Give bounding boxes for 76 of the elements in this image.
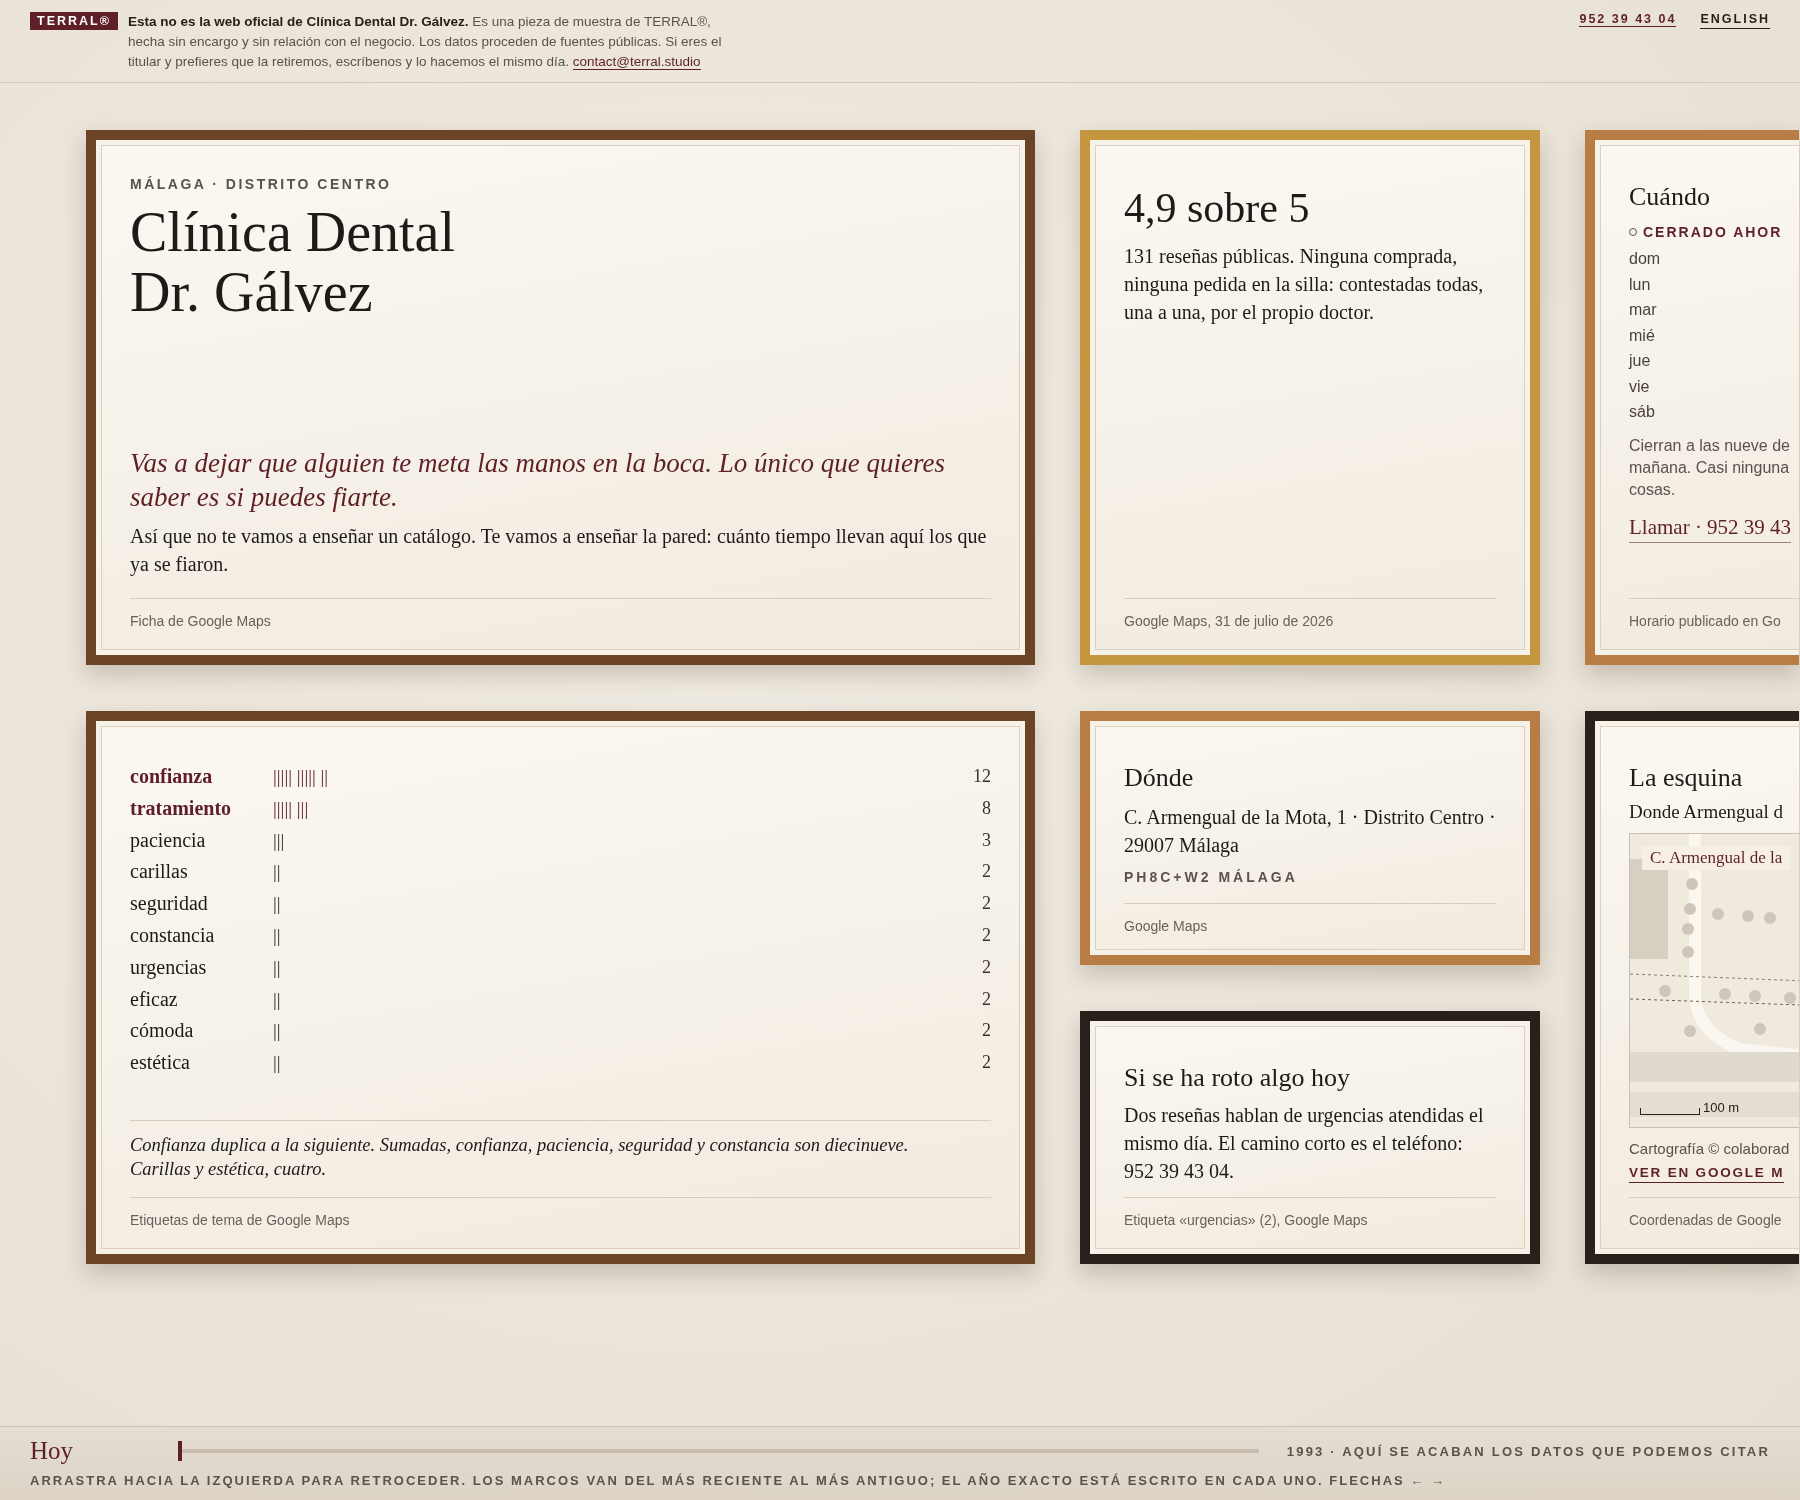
- summary-note: Confianza duplica a la siguiente. Sumadas, confianza, paciencia, seguridad y constancia son diecinueve. Carillas y estética, cuatro.: [130, 1120, 991, 1197]
- timeline-handle[interactable]: [178, 1441, 182, 1461]
- address-text: C. Armengual de la Mota, 1 · Distrito Centro · 29007 Málaga: [1124, 805, 1496, 859]
- location-kicker: MÁLAGA · DISTRITO CENTRO: [130, 176, 393, 192]
- source-note: Google Maps, 31 de julio de 2026: [1124, 598, 1496, 629]
- day-label: mié: [1629, 325, 1656, 346]
- tag-count: 2: [982, 987, 991, 1011]
- tag-count: 2: [982, 924, 991, 947]
- tag-name: eficaz: [130, 986, 179, 1012]
- tally-marks: ||: [273, 1019, 282, 1044]
- tag-name: tratamiento: [130, 795, 233, 821]
- language-link[interactable]: ENGLISH: [1700, 12, 1770, 29]
- tag-count: 12: [973, 765, 991, 788]
- tag-name: estética: [130, 1050, 191, 1076]
- source-note: Horario publicado en Go: [1629, 598, 1799, 629]
- day-label: dom: [1629, 249, 1662, 269]
- timeline-start-label: Hoy: [30, 1437, 75, 1465]
- scale-label: 100 m: [1703, 1100, 1740, 1115]
- day-label: jue: [1629, 351, 1652, 371]
- tag-count: 2: [982, 892, 991, 916]
- scale-bar-icon: [1640, 1108, 1700, 1115]
- timeline-hint: ARRASTRA HACIA LA IZQUIERDA PARA RETROCEDER. LOS MARCOS VAN DEL MÁS RECIENTE AL MÁS ANTIGUO; EL AÑO EXACTO ESTÁ ESCRITO EN CADA UNO. FLECHAS ← →: [30, 1473, 1447, 1488]
- tally-marks: ||: [273, 987, 282, 1012]
- call-link[interactable]: Llamar · 952 39 43: [1629, 514, 1792, 543]
- intro-text: Así que no te vamos a enseñar un catálogo. Te vamos a enseñar la pared: cuánto tiempo llevan aquí los que ya se fiaron.: [130, 524, 988, 578]
- source-note: Etiquetas de tema de Google Maps: [130, 1197, 991, 1228]
- clinic-title: Clínica Dental Dr. Gálvez: [130, 202, 456, 322]
- tally-marks: ||||| ||||| ||: [273, 765, 330, 789]
- tag-name: confianza: [130, 764, 214, 789]
- tag-count: 2: [982, 1051, 991, 1075]
- tag-name: cómoda: [130, 1018, 195, 1044]
- card-heading: Cuándo: [1629, 182, 1711, 212]
- tally-marks: ||||| |||: [273, 796, 310, 821]
- source-note: Google Maps: [1124, 903, 1496, 934]
- tally-marks: ||: [273, 860, 282, 885]
- tag-count: 3: [982, 828, 991, 852]
- tally-marks: ||: [273, 924, 282, 948]
- tally-marks: ||: [273, 1051, 282, 1076]
- tagline-text: Vas a dejar que alguien te meta las manos en la boca. Lo único que quieres saber es si puedes fiarte.: [130, 447, 946, 514]
- source-note: Etiqueta «urgencias» (2), Google Maps: [1124, 1197, 1496, 1228]
- brand-badge: TERRAL®: [30, 12, 118, 30]
- urgent-text: Dos reseñas hablan de urgencias atendidas el mismo día. El camino corto es el teléfono: 952 39 43 04.: [1124, 1103, 1485, 1184]
- tag-name: carillas: [130, 859, 189, 885]
- tag-name: constancia: [130, 923, 216, 948]
- card-heading: Dónde: [1124, 763, 1195, 793]
- day-label: mar: [1629, 300, 1658, 320]
- source-note: Coordenadas de Google: [1629, 1197, 1799, 1228]
- rating-text: 131 reseñas públicas. Ninguna comprada, ninguna pedida en la silla: contestadas todas, una a una, por el propio doctor.: [1124, 244, 1485, 326]
- source-note: Ficha de Google Maps: [130, 598, 991, 629]
- card-heading: La esquina: [1629, 763, 1744, 793]
- plus-code: PH8C+W2 MÁLAGA: [1124, 869, 1299, 885]
- rating-heading: 4,9 sobre 5: [1124, 184, 1311, 232]
- card-heading: Si se ha roto algo hoy: [1124, 1063, 1352, 1093]
- disclaimer-text: Esta no es la web oficial de Clínica Dental Dr. Gálvez. Es una pieza de muestra de TERRAL®, hecha sin encargo y sin relación con el negocio. Los datos proceden de fuentes públicas. Si eres el titular y prefieres que la retiremos, escríbenos y lo hacemos el mismo día. contact@terral.studio: [127, 13, 723, 72]
- timeline-end-label: 1993 · AQUÍ SE ACABAN LOS DATOS QUE PODEMOS CITAR: [1286, 1443, 1770, 1459]
- tally-marks: |||: [273, 828, 286, 853]
- map-credit: Cartografía © colaborad: [1629, 1140, 1791, 1157]
- day-label: sáb: [1629, 402, 1656, 422]
- street-label: C. Armengual de la: [1642, 846, 1791, 870]
- email-link[interactable]: contact@terral.studio: [572, 54, 701, 70]
- tag-count: 2: [982, 1019, 991, 1043]
- tag-name: paciencia: [130, 827, 207, 854]
- tally-marks: ||: [273, 955, 282, 980]
- tally-marks: ||: [273, 892, 282, 917]
- status-label: CERRADO AHOR: [1643, 224, 1783, 240]
- phone-link[interactable]: 952 39 43 04: [1579, 12, 1677, 27]
- hours-note: Cierran a las nueve de mañana. Casi ninguna cosas.: [1629, 435, 1791, 500]
- tag-count: 8: [982, 796, 991, 820]
- tag-count: 2: [982, 955, 991, 979]
- corner-text: Donde Armengual d: [1629, 801, 1785, 823]
- tag-name: seguridad: [130, 891, 209, 917]
- day-label: vie: [1629, 376, 1651, 397]
- day-label: lun: [1629, 274, 1652, 295]
- tag-name: urgencias: [130, 954, 208, 981]
- tag-count: 2: [982, 860, 991, 884]
- map-link[interactable]: VER EN GOOGLE M: [1629, 1165, 1785, 1183]
